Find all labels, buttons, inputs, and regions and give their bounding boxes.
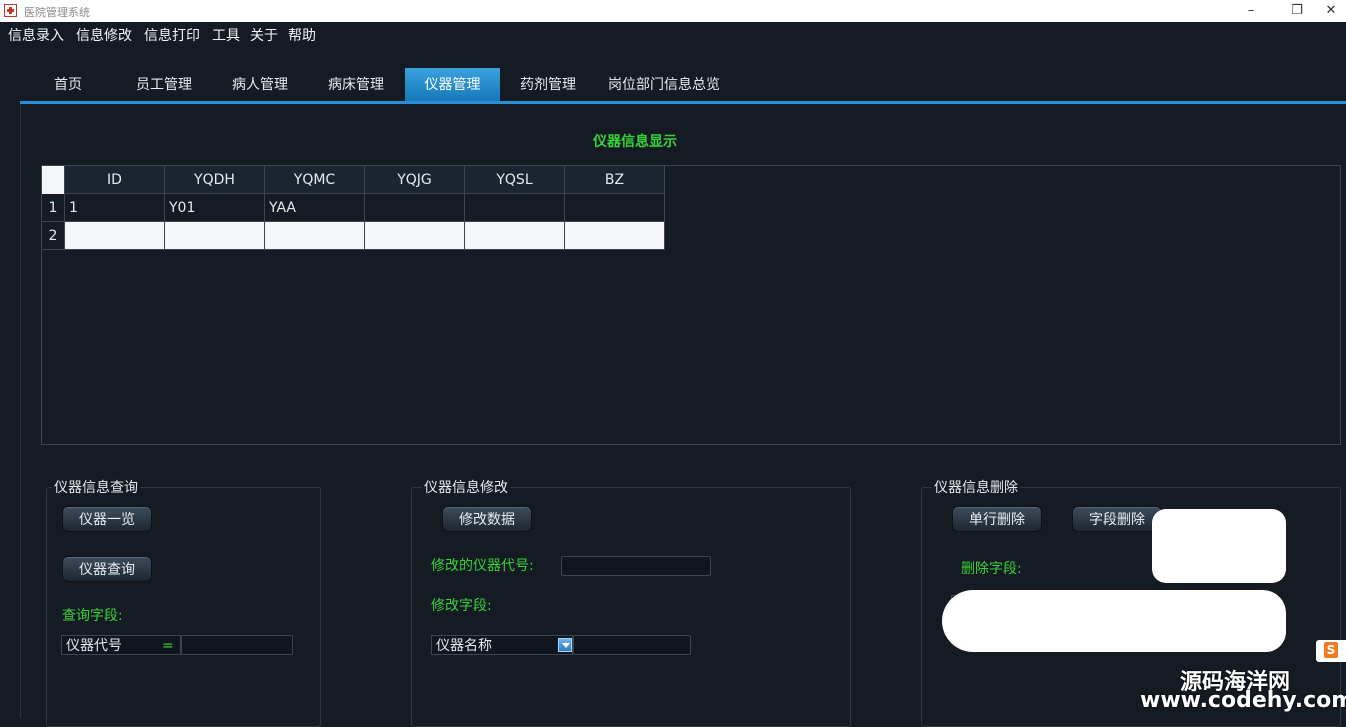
chevron-down-icon[interactable]: [558, 638, 572, 652]
query-value-input[interactable]: [181, 635, 293, 655]
watermark-url: www.codehy.com: [1140, 688, 1346, 713]
table-corner[interactable]: [42, 166, 65, 194]
close-button[interactable]: ✕: [1316, 0, 1346, 22]
column-header-bz[interactable]: BZ: [565, 166, 665, 194]
delete-field-button[interactable]: 字段删除: [1072, 506, 1162, 532]
table-cell[interactable]: 1: [65, 194, 165, 222]
table-cell[interactable]: [365, 194, 465, 222]
modify-code-input[interactable]: [561, 556, 711, 576]
title-bar: 医院管理系统 – ❐ ✕: [0, 0, 1346, 22]
row-header[interactable]: 1: [42, 194, 65, 222]
column-header-yqmc[interactable]: YQMC: [265, 166, 365, 194]
tab-underline: [20, 101, 1346, 104]
tab-staff[interactable]: 员工管理: [116, 68, 212, 102]
table-cell[interactable]: Y01: [165, 194, 265, 222]
table-cell[interactable]: [465, 222, 565, 250]
redaction-mark: [942, 590, 1286, 652]
tab-patients[interactable]: 病人管理: [212, 68, 308, 102]
tab-home[interactable]: 首页: [36, 68, 100, 102]
query-field-select[interactable]: 仪器代号 =: [61, 635, 181, 655]
table-cell[interactable]: [365, 222, 465, 250]
redaction-mark: [1152, 509, 1286, 583]
tab-departments-overview[interactable]: 岗位部门信息总览: [596, 68, 732, 102]
menu-about[interactable]: 关于: [250, 25, 278, 45]
column-header-yqjg[interactable]: YQJG: [365, 166, 465, 194]
query-group-title: 仪器信息查询: [52, 477, 140, 497]
modify-group-title: 仪器信息修改: [422, 477, 510, 497]
minimize-button[interactable]: –: [1228, 0, 1274, 22]
query-instruments-button[interactable]: 仪器查询: [62, 556, 152, 582]
table-cell[interactable]: [265, 222, 365, 250]
modify-data-button[interactable]: 修改数据: [442, 506, 532, 532]
modify-value-input[interactable]: [573, 635, 691, 655]
tab-beds[interactable]: 病床管理: [308, 68, 404, 102]
menu-info-print[interactable]: 信息打印: [144, 25, 200, 45]
menu-tools[interactable]: 工具: [212, 25, 240, 45]
list-instruments-button[interactable]: 仪器一览: [62, 506, 152, 532]
tab-panel-border: [20, 104, 21, 718]
query-field-label: 查询字段:: [62, 608, 123, 624]
menu-help[interactable]: 帮助: [288, 25, 316, 45]
row-header[interactable]: 2: [42, 222, 65, 250]
menu-info-entry[interactable]: 信息录入: [8, 25, 64, 45]
window-title: 医院管理系统: [24, 6, 90, 19]
modify-code-label: 修改的仪器代号:: [431, 558, 534, 574]
tab-instruments[interactable]: 仪器管理: [405, 68, 500, 102]
column-header-yqdh[interactable]: YQDH: [165, 166, 265, 194]
menu-info-modify[interactable]: 信息修改: [76, 25, 132, 45]
restore-button[interactable]: ❐: [1274, 0, 1320, 22]
table-cell[interactable]: [465, 194, 565, 222]
tab-pharmacy[interactable]: 药剂管理: [500, 68, 596, 102]
table-cell[interactable]: [565, 222, 665, 250]
ime-icon[interactable]: S: [1316, 640, 1346, 662]
app-icon: [4, 4, 17, 17]
table-cell[interactable]: [65, 222, 165, 250]
delete-group-title: 仪器信息删除: [932, 477, 1020, 497]
table-cell[interactable]: [165, 222, 265, 250]
modify-field-select[interactable]: 仪器名称: [431, 635, 573, 655]
query-field-select-value: 仪器代号: [66, 638, 122, 654]
ime-icon-letter: S: [1324, 642, 1338, 658]
section-title: 仪器信息显示: [593, 134, 677, 150]
table-cell[interactable]: [565, 194, 665, 222]
menu-bar: 信息录入 信息修改 信息打印 工具 关于 帮助: [0, 22, 1346, 46]
column-header-yqsl[interactable]: YQSL: [465, 166, 565, 194]
query-operator: =: [162, 638, 174, 654]
column-header-id[interactable]: ID: [65, 166, 165, 194]
delete-field-label: 删除字段:: [961, 561, 1022, 577]
modify-field-select-value: 仪器名称: [436, 638, 492, 654]
table-cell[interactable]: YAA: [265, 194, 365, 222]
delete-row-button[interactable]: 单行删除: [952, 506, 1042, 532]
modify-field-label: 修改字段:: [431, 598, 492, 614]
